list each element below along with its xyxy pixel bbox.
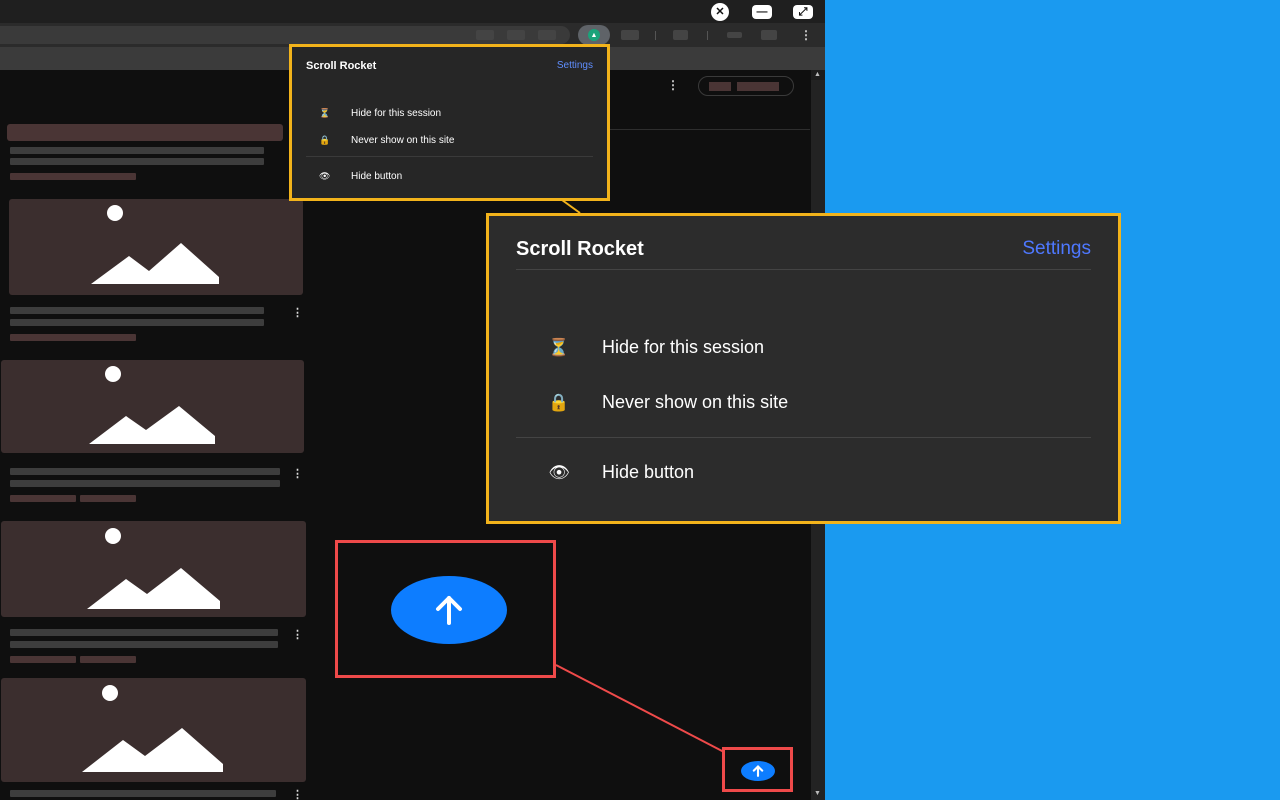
popup-title: Scroll Rocket bbox=[306, 60, 377, 72]
image-placeholder-icon bbox=[87, 528, 220, 609]
video-thumbnail[interactable] bbox=[7, 124, 283, 141]
text-placeholder bbox=[10, 641, 278, 648]
extension-icon[interactable] bbox=[673, 30, 688, 40]
popup-divider bbox=[516, 269, 1091, 270]
more-options-icon[interactable]: ⋮ bbox=[292, 788, 303, 800]
image-placeholder-icon bbox=[82, 685, 223, 772]
scroll-rocket-popup-zoomed: Scroll Rocket Settings ⏳ Hide for this s… bbox=[486, 213, 1121, 524]
text-placeholder bbox=[80, 656, 136, 663]
text-placeholder bbox=[80, 495, 136, 502]
divider bbox=[610, 129, 810, 130]
lock-icon: 🔒 bbox=[548, 392, 570, 412]
hourglass-icon: ⏳ bbox=[319, 108, 331, 118]
eye-icon: 👁 bbox=[548, 462, 570, 482]
never-show-on-site-item[interactable]: 🔒 Never show on this site bbox=[319, 135, 454, 146]
settings-link[interactable]: Settings bbox=[557, 60, 593, 71]
popup-divider bbox=[306, 156, 593, 157]
text-placeholder bbox=[10, 468, 280, 475]
text-placeholder bbox=[10, 656, 76, 663]
video-thumbnail[interactable] bbox=[1, 678, 306, 782]
scroll-button-zoom-callout bbox=[335, 540, 556, 678]
hourglass-icon: ⏳ bbox=[548, 337, 570, 357]
text-placeholder bbox=[10, 173, 136, 180]
text-placeholder bbox=[10, 790, 276, 797]
text-placeholder bbox=[10, 307, 264, 314]
more-options-icon[interactable]: ⋮ bbox=[292, 467, 303, 480]
hide-button-item[interactable]: 👁 Hide button bbox=[547, 462, 694, 483]
text-placeholder bbox=[10, 334, 136, 341]
more-options-icon[interactable]: ⋮ bbox=[292, 306, 303, 319]
scroll-to-top-button[interactable] bbox=[741, 761, 775, 781]
menu-item-label: Hide for this session bbox=[602, 337, 765, 357]
text-placeholder bbox=[10, 629, 278, 636]
chip-placeholder bbox=[709, 82, 731, 91]
arrow-up-icon bbox=[436, 596, 462, 625]
menu-item-label: Hide for this session bbox=[351, 108, 442, 119]
hide-for-session-item[interactable]: ⏳ Hide for this session bbox=[319, 108, 441, 119]
arrow-up-icon bbox=[752, 765, 764, 777]
more-options-icon[interactable]: ⋮ bbox=[292, 628, 303, 641]
eye-icon: 👁 bbox=[319, 171, 331, 181]
never-show-on-site-item[interactable]: 🔒 Never show on this site bbox=[547, 392, 788, 413]
hide-button-item[interactable]: 👁 Hide button bbox=[319, 171, 402, 182]
settings-link[interactable]: Settings bbox=[1022, 238, 1091, 260]
video-thumbnail[interactable] bbox=[9, 199, 303, 295]
toolbar-icon[interactable] bbox=[476, 30, 494, 40]
close-window-icon[interactable]: ✕ bbox=[711, 3, 729, 21]
header-chip[interactable] bbox=[698, 76, 794, 96]
hide-for-session-item[interactable]: ⏳ Hide for this session bbox=[547, 337, 764, 358]
chip-placeholder bbox=[737, 82, 779, 91]
menu-item-label: Never show on this site bbox=[351, 135, 455, 146]
menu-item-label: Hide button bbox=[602, 462, 695, 482]
scroll-button-highlight bbox=[722, 747, 793, 792]
text-placeholder bbox=[10, 480, 280, 487]
scroll-down-arrow-icon[interactable]: ▼ bbox=[814, 790, 821, 797]
scroll-up-arrow-icon[interactable]: ▲ bbox=[814, 71, 821, 78]
rocket-icon: ▲ bbox=[588, 29, 600, 41]
text-placeholder bbox=[10, 319, 264, 326]
scroll-rocket-extension-button[interactable]: ▲ bbox=[578, 25, 610, 45]
extension-icon[interactable] bbox=[621, 30, 639, 40]
text-placeholder bbox=[10, 158, 264, 165]
text-placeholder bbox=[10, 147, 264, 154]
scroll-to-top-button-zoomed[interactable] bbox=[391, 576, 507, 644]
popup-title: Scroll Rocket bbox=[516, 238, 644, 260]
lock-icon: 🔒 bbox=[319, 135, 331, 145]
popup-divider bbox=[516, 437, 1091, 438]
browser-menu-icon[interactable]: ⋮ bbox=[800, 29, 812, 41]
toolbar-separator bbox=[707, 31, 708, 40]
toolbar-icon[interactable] bbox=[538, 30, 556, 40]
title-bar: ✕ — ⤢ bbox=[0, 0, 825, 23]
text-placeholder bbox=[10, 495, 76, 502]
menu-item-label: Never show on this site bbox=[602, 392, 789, 412]
restore-window-icon[interactable]: ⤢ bbox=[793, 5, 813, 19]
more-options-icon[interactable]: ⋮ bbox=[667, 79, 679, 91]
toolbar-separator bbox=[655, 31, 656, 40]
minimize-window-icon[interactable]: — bbox=[752, 5, 772, 19]
video-thumbnail[interactable] bbox=[1, 521, 306, 617]
video-thumbnail[interactable] bbox=[1, 360, 304, 453]
scroll-rocket-popup: Scroll Rocket Settings ⏳ Hide for this s… bbox=[289, 44, 610, 201]
extension-icon[interactable] bbox=[727, 32, 742, 38]
image-placeholder-icon bbox=[91, 205, 219, 284]
menu-item-label: Hide button bbox=[351, 171, 403, 182]
toolbar-icon[interactable] bbox=[507, 30, 525, 40]
profile-icon[interactable] bbox=[761, 30, 777, 40]
image-placeholder-icon bbox=[89, 366, 215, 444]
